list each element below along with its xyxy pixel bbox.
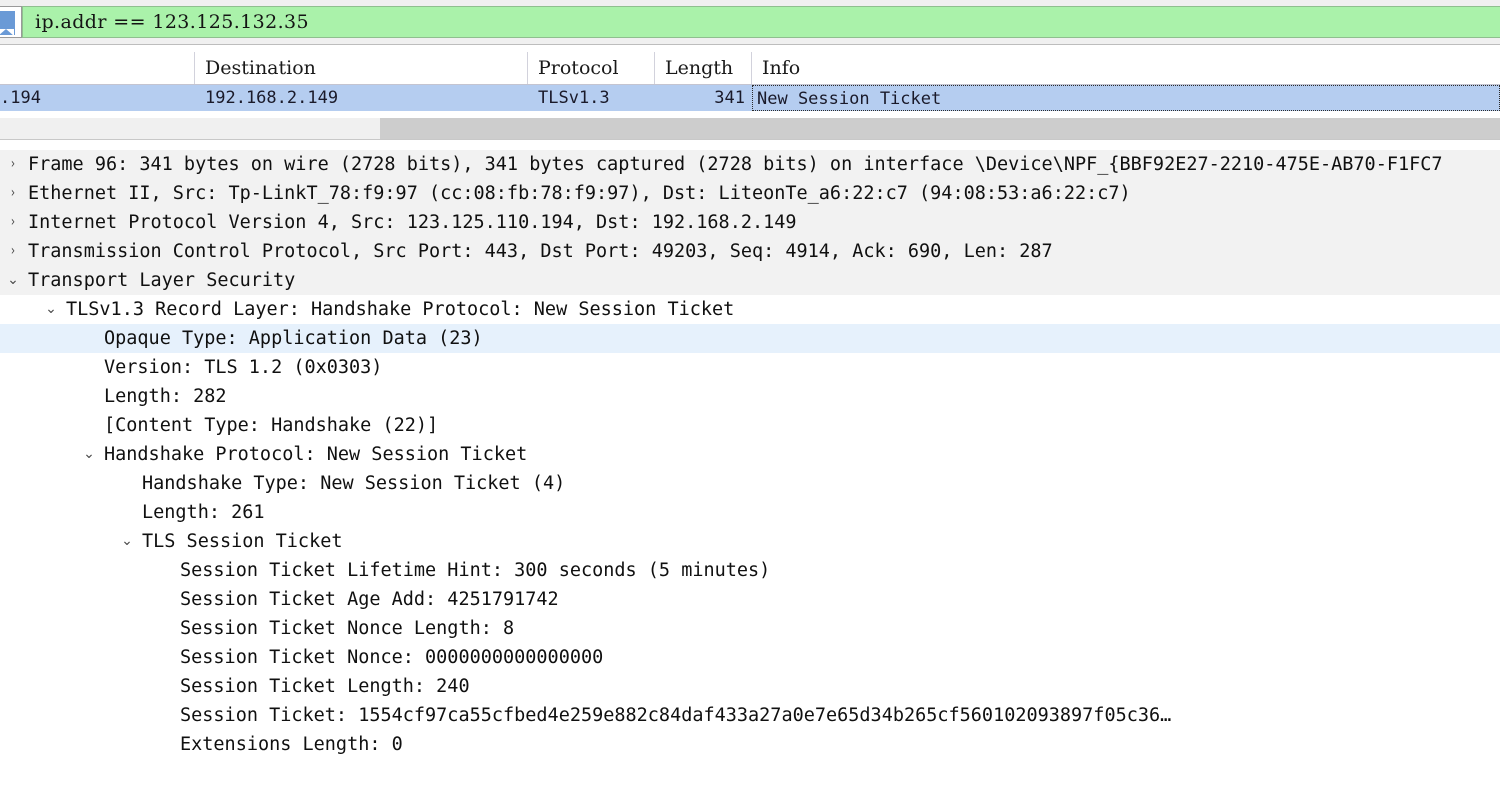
chevron-right-icon[interactable]: › — [6, 237, 20, 266]
detail-tree-row[interactable]: ⌄ TLS Session Ticket — [0, 527, 1500, 556]
detail-tree-row[interactable]: Handshake Type: New Session Ticket (4) — [0, 469, 1500, 498]
chevron-down-icon[interactable]: ⌄ — [4, 266, 22, 295]
display-filter-input[interactable]: ip.addr == 123.125.132.35 — [22, 6, 1500, 38]
bookmark-ribbon-shape — [0, 11, 15, 36]
detail-tree-row-label: Length: 261 — [142, 502, 265, 523]
detail-tree-row-label: Session Ticket Length: 240 — [180, 676, 470, 697]
detail-tree-row-label: [Content Type: Handshake (22)] — [104, 415, 439, 436]
detail-tree-row[interactable]: › Ethernet II, Src: Tp-LinkT_78:f9:97 (cc… — [0, 179, 1500, 208]
chevron-down-icon[interactable]: ⌄ — [118, 527, 136, 556]
detail-tree-row[interactable]: ⌄ Handshake Protocol: New Session Ticket — [0, 440, 1500, 469]
cell-length[interactable]: 341 — [655, 85, 752, 111]
detail-tree-row[interactable]: Length: 282 — [0, 382, 1500, 411]
detail-tree-row[interactable]: Session Ticket Nonce: 0000000000000000 — [0, 643, 1500, 672]
detail-tree-row-label: Frame 96: 341 bytes on wire (2728 bits),… — [28, 154, 1443, 175]
cell-destination[interactable]: 192.168.2.149 — [195, 85, 528, 111]
detail-tree-row-label: Session Ticket Nonce: 0000000000000000 — [180, 647, 604, 668]
detail-tree-row-label: Internet Protocol Version 4, Src: 123.12… — [28, 212, 797, 233]
column-header-destination[interactable]: Destination — [195, 52, 528, 84]
packet-list-header: Destination Protocol Length Info — [0, 52, 1500, 85]
detail-tree-row[interactable]: Session Ticket Lifetime Hint: 300 second… — [0, 556, 1500, 585]
detail-tree-row-label: Handshake Type: New Session Ticket (4) — [142, 473, 566, 494]
packet-list-horizontal-scrollbar[interactable] — [0, 118, 1500, 140]
packet-list-row-selected[interactable]: .194 192.168.2.149 TLSv1.3 341 New Session T… — [0, 85, 1500, 111]
chevron-right-icon[interactable]: › — [6, 179, 20, 208]
column-header-length[interactable]: Length — [655, 52, 752, 84]
detail-tree-row-label: TLSv1.3 Record Layer: Handshake Protocol… — [66, 299, 735, 320]
detail-tree-row[interactable]: Session Ticket Length: 240 — [0, 672, 1500, 701]
detail-tree-row[interactable]: [Content Type: Handshake (22)] — [0, 411, 1500, 440]
detail-tree-row-label: Session Ticket: 1554cf97ca55cfbed4e259e8… — [180, 705, 1172, 726]
detail-tree-row-label: Session Ticket Nonce Length: 8 — [180, 618, 515, 639]
cell-protocol[interactable]: TLSv1.3 — [528, 85, 655, 111]
detail-tree-row-label: Transport Layer Security — [28, 270, 296, 291]
chevron-down-icon[interactable]: ⌄ — [80, 440, 98, 469]
detail-tree-row-label: Session Ticket Lifetime Hint: 300 second… — [180, 560, 771, 581]
detail-tree-row-label: Transmission Control Protocol, Src Port:… — [28, 241, 1053, 262]
display-filter-bar: ip.addr == 123.125.132.35 — [0, 0, 1500, 45]
detail-tree-row[interactable]: Version: TLS 1.2 (0x0303) — [0, 353, 1500, 382]
detail-tree-row[interactable]: Session Ticket Nonce Length: 8 — [0, 614, 1500, 643]
column-header-protocol[interactable]: Protocol — [528, 52, 655, 84]
chevron-right-icon[interactable]: › — [6, 150, 20, 179]
cell-source[interactable]: .194 — [0, 85, 195, 111]
detail-tree-row[interactable]: Extensions Length: 0 — [0, 730, 1500, 759]
detail-tree-row[interactable]: Length: 261 — [0, 498, 1500, 527]
detail-tree-row[interactable]: Session Ticket: 1554cf97ca55cfbed4e259e8… — [0, 701, 1500, 730]
detail-tree-row-label: Handshake Protocol: New Session Ticket — [104, 444, 528, 465]
detail-tree-row[interactable]: ⌄ Transport Layer Security — [0, 266, 1500, 295]
scrollbar-thumb[interactable] — [380, 118, 1500, 139]
detail-tree-row[interactable]: Opaque Type: Application Data (23) — [0, 324, 1500, 353]
detail-tree-row[interactable]: Session Ticket Age Add: 4251791742 — [0, 585, 1500, 614]
detail-tree-row-label: Session Ticket Age Add: 4251791742 — [180, 589, 559, 610]
column-header-info[interactable]: Info — [752, 52, 1500, 84]
chevron-down-icon[interactable]: ⌄ — [42, 295, 60, 324]
detail-tree-row-label: TLS Session Ticket — [142, 531, 343, 552]
detail-tree-row-label: Opaque Type: Application Data (23) — [104, 328, 483, 349]
detail-tree-row-label: Extensions Length: 0 — [180, 734, 403, 755]
detail-tree-row[interactable]: › Transmission Control Protocol, Src Port… — [0, 237, 1500, 266]
detail-tree-row-label: Version: TLS 1.2 (0x0303) — [104, 357, 383, 378]
detail-tree-row-label: Length: 282 — [104, 386, 227, 407]
detail-tree-row[interactable]: › Frame 96: 341 bytes on wire (2728 bits)… — [0, 150, 1500, 179]
chevron-right-icon[interactable]: › — [6, 208, 20, 237]
column-header-source[interactable] — [0, 52, 195, 84]
detail-tree-row[interactable]: ⌄ TLSv1.3 Record Layer: Handshake Protoco… — [0, 295, 1500, 324]
bookmark-icon[interactable] — [0, 6, 22, 38]
cell-info[interactable]: New Session Ticket — [752, 85, 1500, 111]
detail-tree-row-label: Ethernet II, Src: Tp-LinkT_78:f9:97 (cc:… — [28, 183, 1131, 204]
detail-tree-row[interactable]: › Internet Protocol Version 4, Src: 123.1… — [0, 208, 1500, 237]
packet-details-pane[interactable]: › Frame 96: 341 bytes on wire (2728 bits)… — [0, 150, 1500, 796]
